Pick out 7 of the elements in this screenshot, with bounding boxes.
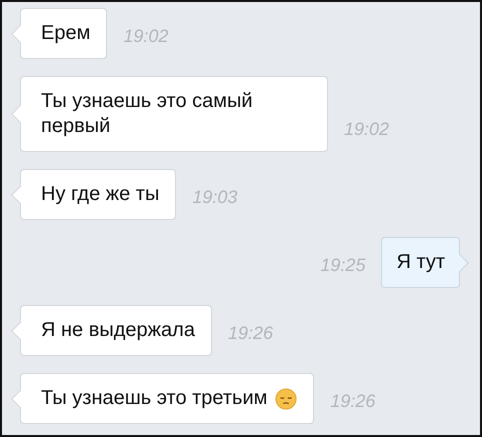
sad-face-icon [275,388,298,410]
message-text: Ну где же ты [41,182,160,207]
message-text: Ты узнаешь это самый первый [41,89,254,139]
message-text: Ты узнаешь это третьим [41,386,268,411]
message-text: Я не выдержала [41,318,195,343]
message-text: Ерем [41,21,90,46]
message-text: Я тут [396,250,445,275]
